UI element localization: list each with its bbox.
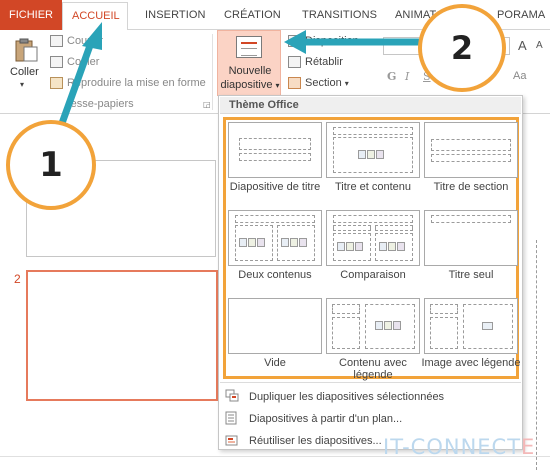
picture-placeholder-icon (337, 242, 367, 253)
layout-item-picture-caption[interactable]: Image avec légende (421, 298, 521, 380)
layout-item-two-content[interactable]: Deux contenus (228, 210, 322, 292)
layout-button[interactable]: Disposition ▾ (305, 35, 366, 47)
reset-button[interactable]: Rétablir (305, 56, 343, 68)
duplicate-slides-icon (225, 389, 239, 403)
picture-placeholder-icon (358, 150, 388, 161)
layout-item-blank[interactable]: Vide (228, 298, 322, 380)
dropdown-separator (220, 382, 521, 383)
layout-item-content-caption[interactable]: Contenu avec légende (326, 298, 420, 381)
layout-label: Contenu avec légende (339, 357, 407, 381)
layout-label: Diapositive de titre (229, 181, 321, 193)
layout-icon[interactable] (288, 35, 301, 47)
slide-number: 2 (14, 272, 21, 286)
layout-item-title-content[interactable]: Titre et contenu (326, 122, 420, 204)
tab-transitions[interactable]: TRANSITIONS (302, 9, 377, 21)
clipboard-group-label: resse-papiers (67, 98, 134, 110)
slide-thumbnail-selected[interactable] (26, 270, 218, 401)
new-slide-label-line1: Nouvelle (228, 65, 272, 77)
new-slide-dropdown: Thème Office Diapositive de titre Titre … (218, 95, 523, 450)
picture-placeholder-icon (239, 238, 269, 249)
layout-item-comparison[interactable]: Comparaison (326, 210, 420, 292)
change-case-button[interactable]: Aa (513, 70, 526, 82)
bold-button[interactable]: G (387, 70, 396, 83)
font-grow-button[interactable]: A (518, 38, 527, 53)
tab-accueil[interactable]: ACCUEIL (62, 2, 128, 31)
layout-label: Titre et contenu (334, 181, 412, 193)
tab-creation[interactable]: CRÉATION (224, 9, 281, 21)
layout-thumbnail (326, 298, 420, 354)
watermark-logo: IT-CONNECTE (383, 435, 536, 459)
paintbrush-icon[interactable] (50, 77, 63, 89)
layout-thumbnail (326, 210, 420, 266)
group-separator (212, 34, 213, 110)
layout-label: Deux contenus (238, 269, 312, 281)
paste-button[interactable]: Coller (10, 66, 39, 78)
dialog-launcher-icon[interactable]: ◲ (203, 100, 211, 109)
layout-label: Vide (264, 357, 286, 369)
picture-placeholder-icon (281, 238, 311, 249)
copy-button[interactable]: Copier (67, 56, 99, 68)
scissors-icon[interactable] (50, 35, 63, 47)
tab-insertion[interactable]: INSERTION (145, 9, 206, 21)
layout-item-title-only[interactable]: Titre seul (424, 210, 518, 292)
outline-icon (225, 411, 239, 425)
layout-thumbnail (228, 298, 322, 354)
menu-item-label: Diapositives à partir d'un plan... (249, 413, 403, 425)
section-icon[interactable] (288, 77, 301, 89)
layout-label: Titre seul (448, 269, 494, 281)
dropdown-header: Thème Office (220, 97, 521, 114)
layout-label: Comparaison (340, 269, 406, 281)
italic-button[interactable]: I (405, 70, 409, 83)
menu-item-label: Dupliquer les diapositives sélectionnées (249, 391, 445, 403)
new-slide-label-line2: diapositive ▾ (220, 79, 280, 91)
clipboard-icon[interactable] (13, 38, 39, 62)
tab-diaporama[interactable]: PORAMA (497, 9, 545, 21)
reset-icon[interactable] (288, 56, 301, 68)
new-slide-icon (236, 36, 262, 58)
image-placeholder-icon (482, 322, 493, 330)
font-name-input[interactable] (383, 37, 421, 55)
chevron-down-icon[interactable]: ▾ (20, 80, 24, 89)
menu-item-duplicate-slides[interactable]: Dupliquer les diapositives sélectionnées (225, 388, 515, 408)
format-painter-button[interactable]: Reproduire la mise en forme (67, 77, 206, 89)
cut-button[interactable]: Couper (67, 35, 103, 47)
layout-item-section-header[interactable]: Titre de section (424, 122, 518, 204)
layout-label: Image avec légende (421, 357, 521, 369)
menu-item-slides-from-outline[interactable]: Diapositives à partir d'un plan... (225, 410, 515, 430)
layout-thumbnail (424, 210, 518, 266)
layout-thumbnail (228, 122, 322, 178)
layout-thumbnail (326, 122, 420, 178)
section-button[interactable]: Section ▾ (305, 77, 349, 89)
reuse-slides-icon (225, 433, 239, 447)
layout-thumbnail (424, 122, 518, 178)
slide-editor-edge (536, 240, 550, 470)
new-slide-button[interactable]: Nouvelle diapositive ▾ (217, 30, 281, 96)
menu-item-label: Réutiliser les diapositives... (249, 435, 382, 447)
picture-placeholder-icon (375, 321, 405, 332)
picture-placeholder-icon (379, 242, 409, 253)
tab-fichier[interactable]: FICHIER (0, 0, 62, 30)
layout-thumbnail (228, 210, 322, 266)
layout-thumbnail (424, 298, 518, 354)
copy-icon[interactable] (50, 56, 63, 68)
callout-step-1: 1 (6, 120, 96, 210)
layout-label: Titre de section (433, 181, 509, 193)
font-shrink-button[interactable]: A (536, 40, 543, 51)
layout-item-title-slide[interactable]: Diapositive de titre (228, 122, 322, 204)
callout-step-2: 2 (418, 4, 506, 92)
